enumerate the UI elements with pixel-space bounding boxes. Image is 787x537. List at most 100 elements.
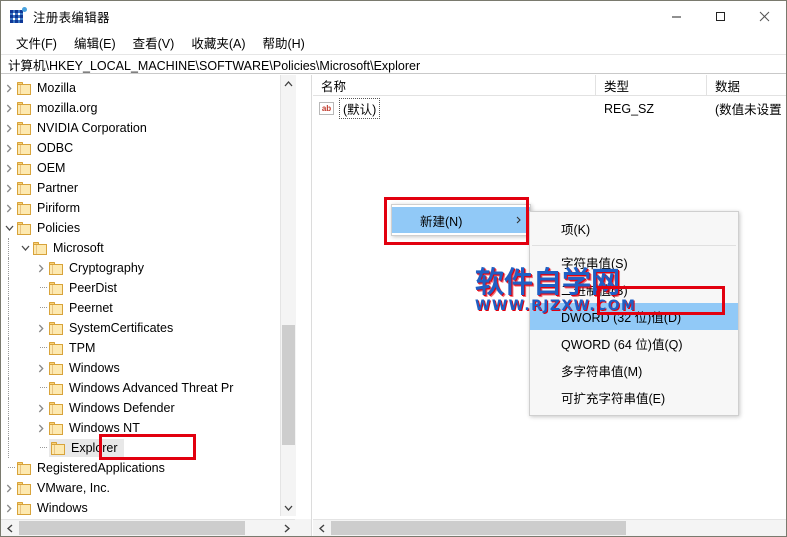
chevron-right-icon[interactable] <box>1 78 17 98</box>
tree-node-label-wrap: Peernet <box>49 300 113 316</box>
tree-node-mozilla[interactable]: Mozilla <box>1 78 296 98</box>
scroll-right-icon[interactable] <box>278 520 295 536</box>
tree-horizontal-scrollbar[interactable] <box>1 519 311 536</box>
chevron-right-icon[interactable] <box>1 178 17 198</box>
chevron-right-icon[interactable] <box>33 358 49 378</box>
values-hscrollbar-thumb[interactable] <box>331 521 626 535</box>
value-row[interactable]: ab (默认) REG_SZ (数值未设置 <box>313 98 786 119</box>
tree-node-mozilla-org[interactable]: mozilla.org <box>1 98 296 118</box>
folder-icon <box>49 321 64 335</box>
folder-icon <box>49 261 64 275</box>
tree-node-piriform[interactable]: Piriform <box>1 198 296 218</box>
tree-node-tpm[interactable]: TPM <box>1 338 296 358</box>
tree-node-text: Windows NT <box>69 421 140 435</box>
tree-leaf-guide <box>33 378 49 398</box>
registry-tree[interactable]: Mozilla mozilla.org NVIDIA Corporation ODBC… <box>1 75 296 516</box>
chevron-right-icon[interactable] <box>33 418 49 438</box>
tree-node-label-wrap: NVIDIA Corporation <box>17 120 147 136</box>
values-horizontal-scrollbar[interactable] <box>313 519 786 536</box>
tree-node-windows-advanced-threat-pr[interactable]: Windows Advanced Threat Pr <box>1 378 296 398</box>
submenu-item-6[interactable]: 可扩充字符串值(E) <box>530 384 738 411</box>
new-submenu[interactable]: 项(K) 字符串值(S) 二进制值(B) DWORD (32 位)值(D) QWORD … <box>529 211 739 416</box>
folder-icon <box>17 81 32 95</box>
menu-file[interactable]: 文件(F) <box>8 31 66 54</box>
chevron-right-icon[interactable] <box>33 318 49 338</box>
column-header-type[interactable]: 类型 <box>596 75 707 96</box>
chevron-down-icon[interactable] <box>17 238 33 258</box>
context-menu-item-label: 新建(N) <box>420 214 463 229</box>
tree-indent-guide <box>1 378 17 398</box>
minimize-button[interactable] <box>654 1 698 31</box>
tree-node-odbc[interactable]: ODBC <box>1 138 296 158</box>
tree-node-peernet[interactable]: Peernet <box>1 298 296 318</box>
tree-node-text: ODBC <box>37 141 74 155</box>
tree-node-microsoft[interactable]: Microsoft <box>1 238 296 258</box>
column-header-name[interactable]: 名称 <box>313 75 596 96</box>
tree-node-windows-nt[interactable]: Windows NT <box>1 418 296 438</box>
tree-indent-guide <box>1 358 17 378</box>
submenu-item-5[interactable]: 多字符串值(M) <box>530 357 738 384</box>
tree-indent-guide <box>17 398 33 418</box>
scroll-up-icon[interactable] <box>281 75 296 92</box>
chevron-right-icon[interactable] <box>1 98 17 118</box>
submenu-item-3[interactable]: DWORD (32 位)值(D) <box>530 303 738 330</box>
submenu-item-0[interactable]: 项(K) <box>530 215 738 242</box>
chevron-right-icon[interactable] <box>33 258 49 278</box>
tree-node-label-wrap: Windows NT <box>49 420 140 436</box>
tree-node-systemcertificates[interactable]: SystemCertificates <box>1 318 296 338</box>
tree-node-registeredapplications[interactable]: RegisteredApplications <box>1 458 296 478</box>
menu-view[interactable]: 查看(V) <box>125 31 184 54</box>
context-menu-item-new[interactable]: 新建(N) <box>392 207 530 233</box>
tree-node-text: Microsoft <box>53 241 104 255</box>
tree-node-cryptography[interactable]: Cryptography <box>1 258 296 278</box>
maximize-button[interactable] <box>698 1 742 31</box>
chevron-right-icon[interactable] <box>1 498 17 516</box>
scroll-down-icon[interactable] <box>281 499 296 516</box>
submenu-item-1[interactable]: 字符串值(S) <box>530 249 738 276</box>
folder-icon <box>17 181 32 195</box>
tree-node-policies[interactable]: Policies <box>1 218 296 238</box>
tree-hscrollbar-thumb[interactable] <box>19 521 245 535</box>
chevron-down-icon[interactable] <box>1 218 17 238</box>
tree-node-text: Windows <box>69 361 120 375</box>
folder-icon <box>17 501 32 515</box>
context-menu[interactable]: 新建(N) <box>391 204 531 236</box>
menu-help[interactable]: 帮助(H) <box>254 31 313 54</box>
tree-node-peerdist[interactable]: PeerDist <box>1 278 296 298</box>
chevron-right-icon[interactable] <box>1 478 17 498</box>
chevron-right-icon[interactable] <box>1 198 17 218</box>
tree-node-text: SystemCertificates <box>69 321 174 335</box>
tree-node-windows[interactable]: Windows <box>1 358 296 378</box>
tree-node-partner[interactable]: Partner <box>1 178 296 198</box>
tree-node-vmware-inc[interactable]: VMware, Inc. <box>1 478 296 498</box>
tree-scrollbar-thumb[interactable] <box>282 325 295 445</box>
registry-tree-pane: Mozilla mozilla.org NVIDIA Corporation ODBC… <box>1 75 312 536</box>
submenu-separator <box>532 245 736 246</box>
menu-favorites[interactable]: 收藏夹(A) <box>183 31 254 54</box>
tree-node-nvidia-corporation[interactable]: NVIDIA Corporation <box>1 118 296 138</box>
close-button[interactable] <box>742 1 786 31</box>
chevron-right-icon[interactable] <box>1 158 17 178</box>
values-scroll-left-icon[interactable] <box>313 520 330 536</box>
tree-node-oem[interactable]: OEM <box>1 158 296 178</box>
menu-edit[interactable]: 编辑(E) <box>66 31 125 54</box>
values-column-header: 名称 类型 数据 <box>313 75 786 96</box>
folder-icon <box>49 381 64 395</box>
chevron-right-icon[interactable] <box>33 398 49 418</box>
tree-node-windows-defender[interactable]: Windows Defender <box>1 398 296 418</box>
tree-indent-guide <box>17 318 33 338</box>
submenu-item-2[interactable]: 二进制值(B) <box>530 276 738 303</box>
column-header-data[interactable]: 数据 <box>707 75 786 96</box>
submenu-item-4[interactable]: QWORD (64 位)值(Q) <box>530 330 738 357</box>
chevron-right-icon[interactable] <box>1 138 17 158</box>
tree-vertical-scrollbar[interactable] <box>280 75 296 516</box>
submenu-item-label: 可扩充字符串值(E) <box>561 392 666 406</box>
tree-node-explorer[interactable]: Explorer <box>1 438 296 458</box>
chevron-right-icon[interactable] <box>1 118 17 138</box>
values-list[interactable]: ab (默认) REG_SZ (数值未设置 <box>313 98 786 119</box>
address-bar[interactable]: 计算机\HKEY_LOCAL_MACHINE\SOFTWARE\Policies… <box>1 54 786 74</box>
scroll-left-icon[interactable] <box>1 520 18 536</box>
tree-node-text: NVIDIA Corporation <box>37 121 147 135</box>
tree-node-windows[interactable]: Windows <box>1 498 296 516</box>
folder-icon <box>17 101 32 115</box>
